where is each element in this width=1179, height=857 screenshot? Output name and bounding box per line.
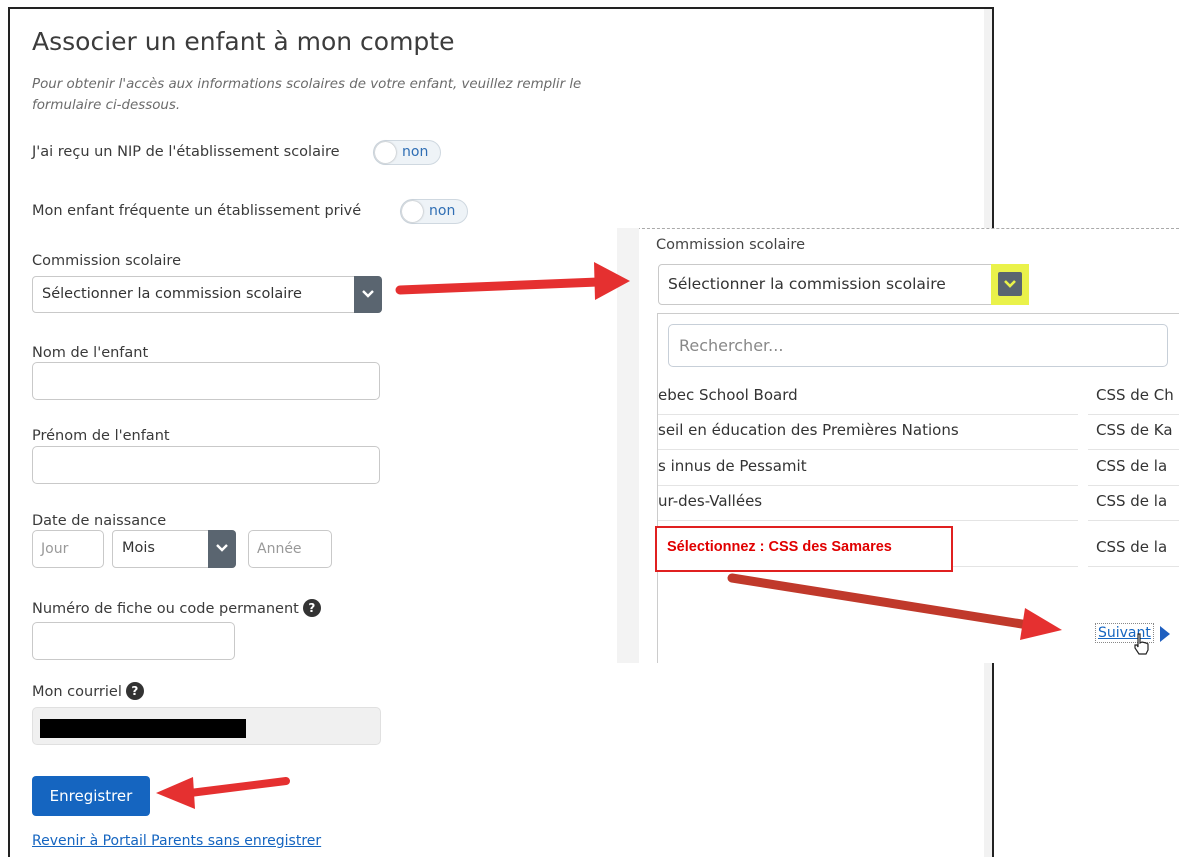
toggle-knob [375, 142, 396, 163]
selection-instruction-text: Sélectionnez : CSS des Samares [667, 539, 892, 555]
commission-select-value: Sélectionner la commission scolaire [42, 286, 302, 302]
inset-commission-label: Commission scolaire [656, 237, 805, 253]
row-divider [658, 414, 1078, 415]
child-firstname-input[interactable] [32, 446, 380, 484]
nip-label: J'ai reçu un NIP de l'établissement scol… [32, 144, 340, 160]
list-item[interactable]: seil en éducation des Premières Nations [658, 421, 1078, 439]
inset-top-border [617, 228, 1179, 229]
save-button[interactable]: Enregistrer [32, 776, 150, 816]
child-firstname-label: Prénom de l'enfant [32, 428, 170, 444]
row-divider [658, 449, 1078, 450]
email-label: Mon courriel? [32, 682, 144, 700]
birth-month-value: Mois [122, 540, 155, 556]
file-number-label: Numéro de fiche ou code permanent? [32, 599, 321, 617]
inset-scroll-strip [617, 228, 639, 663]
file-number-label-text: Numéro de fiche ou code permanent [32, 601, 299, 617]
selection-instruction-box[interactable]: Sélectionnez : CSS des Samares [655, 526, 953, 572]
row-divider [1088, 449, 1179, 450]
nip-toggle[interactable]: non [373, 140, 441, 165]
chevron-down-icon[interactable] [998, 272, 1022, 296]
email-label-text: Mon courriel [32, 684, 122, 700]
chevron-down-icon[interactable] [208, 530, 236, 568]
page-subtitle: Pour obtenir l'accès aux informations sc… [32, 77, 582, 113]
file-number-input[interactable] [32, 622, 235, 660]
birthdate-label: Date de naissance [32, 513, 167, 529]
commission-label: Commission scolaire [32, 253, 181, 269]
row-divider [1088, 520, 1179, 521]
list-item[interactable]: CSS de la [1096, 538, 1179, 556]
inset-commission-select[interactable]: Sélectionner la commission scolaire [658, 264, 1029, 305]
row-divider [658, 485, 1078, 486]
birth-year-placeholder: Année [257, 541, 302, 557]
nip-toggle-state: non [402, 144, 429, 160]
row-divider [658, 520, 1078, 521]
row-divider [1088, 566, 1179, 567]
row-divider [1088, 414, 1179, 415]
email-field [32, 707, 381, 745]
toggle-knob [402, 201, 423, 222]
list-item[interactable]: CSS de la [1096, 492, 1179, 510]
help-icon[interactable]: ? [125, 682, 144, 700]
search-input[interactable]: Rechercher... [668, 324, 1168, 367]
birth-month-select[interactable]: Mois [112, 530, 236, 568]
chevron-down-icon[interactable] [354, 276, 382, 313]
zoomed-dropdown-inset: Commission scolaire Sélectionner la comm… [617, 228, 1179, 663]
page-title: Associer un enfant à mon compte [32, 27, 455, 56]
highlighted-dropdown-toggle[interactable] [991, 264, 1029, 305]
commission-select[interactable]: Sélectionner la commission scolaire [32, 276, 382, 313]
inset-commission-select-value: Sélectionner la commission scolaire [668, 275, 946, 293]
commission-dropdown-list: Rechercher... ebec School Board seil en … [657, 313, 1179, 663]
birth-day-placeholder: Jour [41, 541, 69, 557]
child-name-input[interactable] [32, 362, 380, 400]
child-name-label: Nom de l'enfant [32, 345, 149, 361]
row-divider [1088, 485, 1179, 486]
list-item[interactable]: CSS de Ka [1096, 421, 1179, 439]
private-school-toggle[interactable]: non [400, 199, 468, 224]
private-school-toggle-state: non [429, 203, 456, 219]
list-item[interactable]: ebec School Board [658, 386, 1078, 404]
back-link[interactable]: Revenir à Portail Parents sans enregistr… [32, 833, 321, 849]
list-item[interactable]: CSS de Ch [1096, 386, 1179, 404]
redacted-email [40, 719, 246, 738]
list-item[interactable]: s innus de Pessamit [658, 457, 1078, 475]
hand-cursor-icon [1134, 633, 1149, 655]
birth-year-input[interactable]: Année [248, 530, 332, 568]
private-school-label: Mon enfant fréquente un établissement pr… [32, 203, 362, 219]
help-icon[interactable]: ? [302, 599, 321, 617]
list-item[interactable]: ur-des-Vallées [658, 492, 1078, 510]
search-placeholder: Rechercher... [679, 336, 784, 355]
play-arrow-icon[interactable] [1159, 625, 1171, 643]
birth-day-input[interactable]: Jour [32, 530, 104, 568]
list-item[interactable]: CSS de la [1096, 457, 1179, 475]
